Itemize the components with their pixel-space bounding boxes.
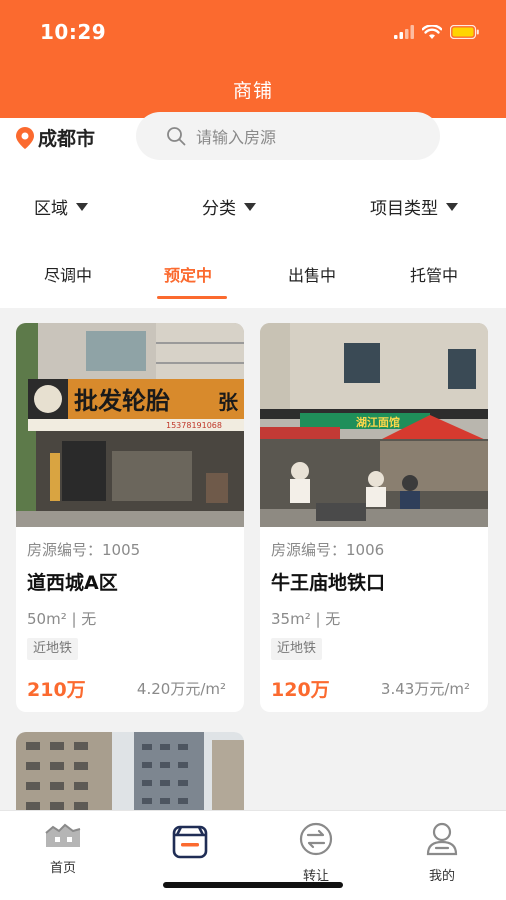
nav-transfer[interactable]: 转让: [276, 821, 356, 884]
nav-label: 我的: [428, 869, 455, 884]
listing-card[interactable]: [16, 732, 244, 822]
status-icons: [394, 22, 480, 42]
shop-sign-text: 批发轮胎: [74, 387, 170, 415]
nav-profile[interactable]: 我的: [402, 821, 482, 884]
listing-photo: [16, 732, 244, 822]
listing-code: 房源编号：1005: [27, 541, 141, 559]
listing-photo: 湖江面馆: [260, 323, 488, 527]
storefront-photo: 湖江面馆: [260, 323, 488, 527]
header-bar: 10:29 商铺: [0, 0, 506, 118]
search-icon: [167, 127, 186, 146]
shop-icon: [172, 825, 208, 859]
filter-category[interactable]: 分类: [202, 194, 256, 219]
nav-shop[interactable]: [150, 821, 230, 869]
transfer-icon: [299, 822, 333, 856]
filter-area[interactable]: 区域: [34, 194, 88, 219]
tab-reserved[interactable]: 预定中: [164, 262, 212, 286]
tab-due-diligence[interactable]: 尽调中: [44, 262, 92, 286]
city-selector[interactable]: 成都市: [16, 124, 95, 151]
listing-name: 道西城A区: [27, 572, 118, 594]
listing-code: 房源编号：1006: [271, 541, 385, 559]
status-tabs: 尽调中 预定中 出售中 托管中: [0, 258, 506, 299]
search-input[interactable]: 请输入房源: [136, 112, 440, 160]
dropdown-triangle-icon: [76, 202, 88, 211]
wifi-icon: [422, 24, 442, 39]
listing-name: 牛王庙地铁口: [271, 572, 386, 594]
filter-project-type[interactable]: 项目类型: [370, 194, 458, 219]
active-tab-indicator: [157, 296, 227, 299]
tab-managed[interactable]: 托管中: [410, 262, 458, 286]
shop-sign-text: 湖江面馆: [356, 415, 400, 429]
status-bar: 10:29: [0, 0, 506, 60]
dropdown-triangle-icon: [446, 202, 458, 211]
filter-label: 项目类型: [370, 199, 438, 219]
listing-area: 50m² | 无: [27, 610, 97, 628]
building-photo: [16, 732, 244, 822]
filter-label: 分类: [202, 199, 236, 219]
listing-card[interactable]: 湖江面馆 房源编号：1006 牛王庙地铁口 35m² | 无 近地铁 120万 …: [260, 323, 488, 712]
location-pin-icon: [16, 126, 34, 149]
listing-tag: 近地铁: [27, 638, 79, 660]
page-title: 商铺: [232, 80, 273, 102]
nav-label: 首页: [49, 861, 76, 876]
shop-sign-phone: 15378191068: [166, 421, 222, 430]
listing-card[interactable]: 批发轮胎 张 15378191068 房源编号：1005 道西城A区 50m² …: [16, 323, 244, 712]
city-name: 成都市: [38, 128, 96, 150]
dropdown-triangle-icon: [244, 202, 256, 211]
listing-tag: 近地铁: [271, 638, 323, 660]
shop-sign-suffix: 张: [218, 390, 239, 414]
nav-home[interactable]: 首页: [23, 821, 103, 876]
listing-price: 210万: [27, 679, 86, 701]
listing-unit-price: 4.20万元/m²: [136, 680, 226, 698]
listing-price: 120万: [271, 679, 330, 701]
listing-photo: 批发轮胎 张 15378191068: [16, 323, 244, 527]
status-time: 10:29: [40, 20, 107, 44]
tab-for-sale[interactable]: 出售中: [288, 262, 336, 286]
profile-icon: [426, 822, 458, 856]
storefront-photo: 批发轮胎 张 15378191068: [16, 323, 244, 527]
signal-icon: [394, 25, 414, 39]
search-placeholder: 请输入房源: [196, 128, 277, 147]
listing-area: 35m² | 无: [271, 610, 341, 628]
home-icon: [45, 823, 81, 847]
battery-icon: [450, 25, 479, 39]
filter-label: 区域: [34, 199, 68, 219]
listing-unit-price: 3.43万元/m²: [380, 680, 470, 698]
filter-row: 区域 分类 项目类型: [0, 194, 506, 224]
home-indicator: [163, 882, 343, 888]
